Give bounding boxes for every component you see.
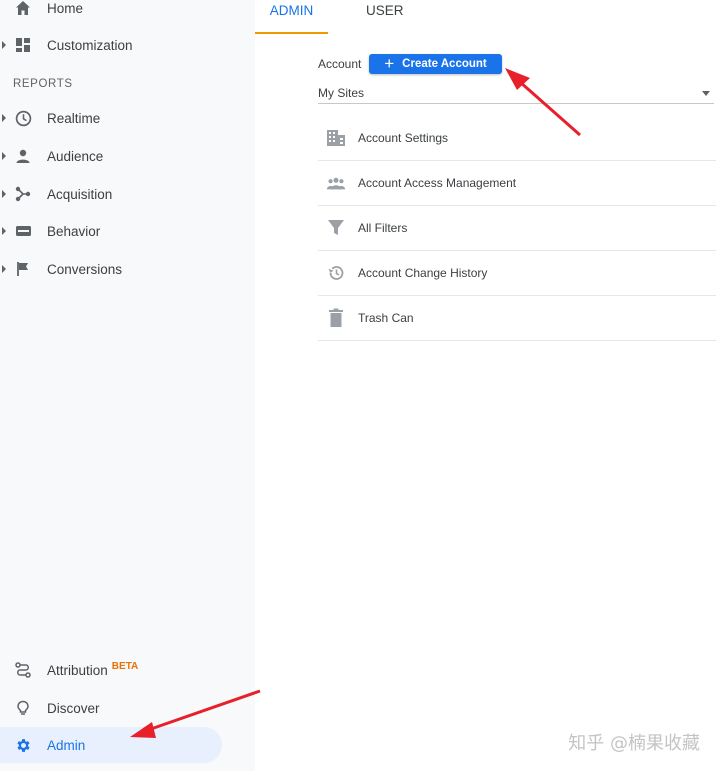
sidebar-item-customization[interactable]: Customization: [0, 27, 230, 63]
dropdown-arrow-icon: [702, 91, 710, 96]
menu-item-account-change-history[interactable]: Account Change History: [318, 251, 716, 296]
sidebar-item-home[interactable]: Home: [0, 0, 230, 26]
sidebar-item-label: Home: [47, 0, 84, 16]
dashboard-icon: [14, 36, 32, 54]
trash-icon: [326, 308, 346, 328]
expand-caret-icon[interactable]: [2, 265, 6, 273]
sidebar-item-label: Conversions: [47, 261, 123, 277]
sidebar-item-acquisition[interactable]: Acquisition: [0, 176, 230, 212]
plus-icon: +: [384, 54, 395, 73]
lightbulb-icon: [14, 699, 32, 717]
watermark-text: 知乎 @楠果收藏: [568, 733, 700, 754]
flag-icon: [14, 260, 32, 278]
sidebar-item-label: Realtime: [47, 110, 101, 126]
attribution-icon: [14, 661, 32, 679]
clock-icon: [14, 109, 32, 127]
account-select[interactable]: My Sites: [318, 81, 714, 104]
expand-caret-icon[interactable]: [2, 227, 6, 235]
sidebar-item-admin[interactable]: Admin: [0, 727, 222, 763]
sidebar-item-label: Attribution BETA: [47, 660, 139, 678]
reports-section-label: REPORTS: [13, 78, 73, 90]
menu-item-label: Account Change History: [358, 266, 488, 280]
behavior-icon: [14, 222, 32, 240]
expand-caret-icon[interactable]: [2, 190, 6, 198]
menu-item-trash-can[interactable]: Trash Can: [318, 296, 716, 341]
tab-admin[interactable]: ADMIN: [255, 0, 328, 34]
menu-item-account-access-management[interactable]: Account Access Management: [318, 161, 716, 206]
tab-user[interactable]: USER: [366, 0, 404, 32]
expand-caret-icon[interactable]: [2, 41, 6, 49]
beta-badge: BETA: [111, 660, 139, 672]
history-icon: [326, 263, 346, 283]
menu-item-label: Account Settings: [358, 131, 449, 145]
person-icon: [14, 147, 32, 165]
create-account-button[interactable]: + Create Account: [369, 54, 502, 74]
expand-caret-icon[interactable]: [2, 152, 6, 160]
sidebar-item-conversions[interactable]: Conversions: [0, 251, 230, 287]
acquisition-icon: [14, 185, 32, 203]
menu-item-account-settings[interactable]: Account Settings: [318, 116, 716, 161]
filter-icon: [326, 218, 346, 238]
expand-caret-icon[interactable]: [2, 114, 6, 122]
account-select-value: My Sites: [318, 86, 365, 100]
sidebar: Home Customization REPORTS Realtime Audi…: [0, 0, 255, 771]
menu-item-all-filters[interactable]: All Filters: [318, 206, 716, 251]
menu-item-label: Trash Can: [358, 311, 414, 325]
admin-tabs: ADMIN USER: [255, 0, 720, 34]
gear-icon: [14, 736, 32, 754]
sidebar-item-audience[interactable]: Audience: [0, 138, 230, 174]
create-account-label: Create Account: [402, 58, 487, 70]
sidebar-item-label: Acquisition: [47, 186, 113, 202]
menu-item-label: All Filters: [358, 221, 408, 235]
sidebar-item-discover[interactable]: Discover: [0, 690, 230, 726]
sidebar-item-behavior[interactable]: Behavior: [0, 213, 230, 249]
attribution-label: Attribution: [47, 662, 108, 678]
home-icon: [14, 0, 32, 17]
building-icon: [326, 128, 346, 148]
sidebar-item-label: Customization: [47, 37, 133, 53]
people-icon: [326, 173, 346, 193]
sidebar-item-realtime[interactable]: Realtime: [0, 100, 230, 136]
sidebar-item-label: Discover: [47, 700, 100, 716]
sidebar-item-attribution[interactable]: Attribution BETA: [0, 652, 230, 688]
account-column: Account + Create Account My Sites Accoun…: [255, 34, 720, 771]
account-menu: Account Settings Account Access Manageme…: [318, 116, 716, 341]
sidebar-item-label: Behavior: [47, 223, 101, 239]
sidebar-item-label: Audience: [47, 148, 104, 164]
sidebar-item-label: Admin: [47, 737, 86, 753]
menu-item-label: Account Access Management: [358, 176, 517, 190]
account-label: Account: [318, 57, 362, 71]
